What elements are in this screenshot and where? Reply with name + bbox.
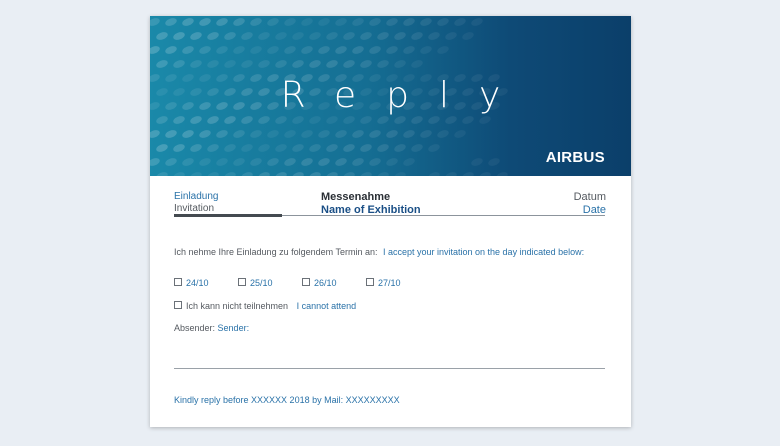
date-option-4[interactable]: 27/10	[366, 278, 401, 289]
date-option-3[interactable]: 26/10	[302, 278, 337, 289]
date-option-1[interactable]: 24/10	[174, 278, 209, 289]
header-accent-bar	[174, 214, 282, 217]
exhibition-name: Messenahme Name of Exhibition	[321, 191, 421, 216]
sender-line	[174, 368, 605, 369]
airbus-logo: AIRBUS	[545, 149, 605, 166]
decline-option[interactable]: Ich kann nicht teilnehmen I cannot atten…	[174, 301, 356, 312]
header-banner: Reply AIRBUS	[150, 16, 631, 176]
accept-text: Ich nehme Ihre Einladung zu folgendem Te…	[174, 247, 585, 257]
checkbox-icon[interactable]	[238, 278, 246, 286]
checkbox-icon[interactable]	[366, 278, 374, 286]
date-option-2[interactable]: 25/10	[238, 278, 273, 289]
checkbox-icon[interactable]	[174, 301, 182, 309]
invitation-label: Einladung Invitation	[174, 191, 219, 214]
reply-title: Reply	[280, 75, 531, 116]
checkbox-icon[interactable]	[302, 278, 310, 286]
footer-note: Kindly reply before XXXXXX 2018 by Mail:…	[174, 395, 400, 405]
sender-field[interactable]: Absender: Sender:	[174, 323, 249, 334]
reply-card: Reply AIRBUS Einladung Invitation Messen…	[150, 16, 631, 427]
checkbox-icon[interactable]	[174, 278, 182, 286]
date-label: Datum Date	[573, 191, 606, 216]
